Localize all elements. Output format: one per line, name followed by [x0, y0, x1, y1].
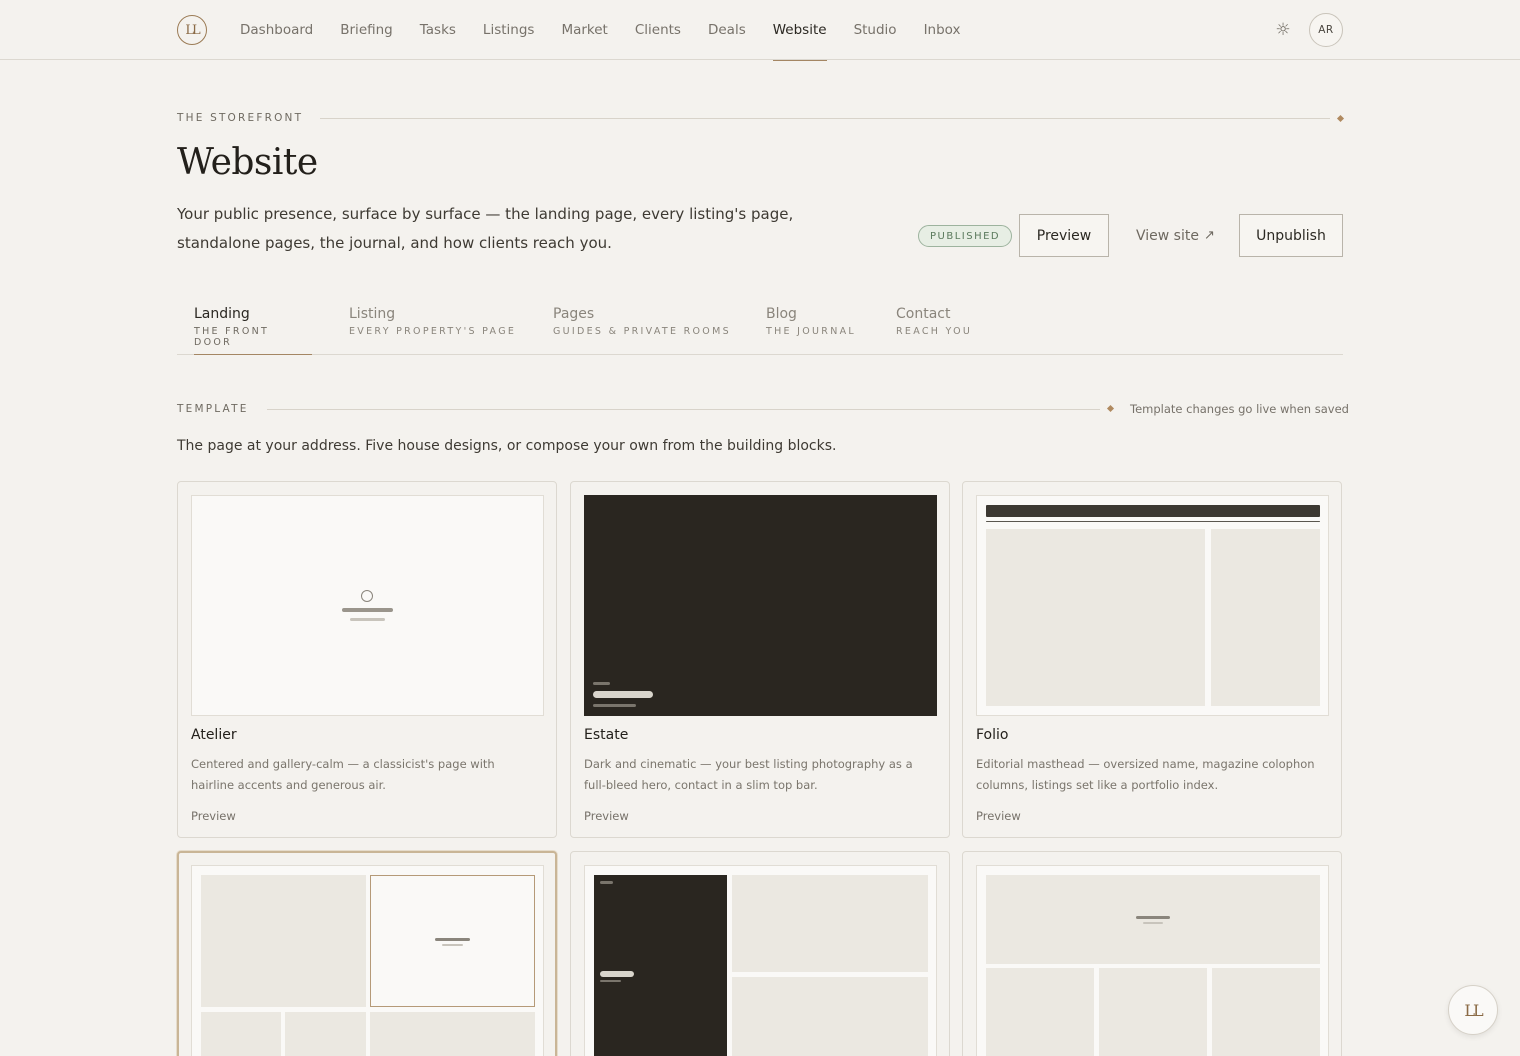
- brand-logo[interactable]: LL: [177, 15, 207, 45]
- thumb-masthead: [986, 505, 1320, 517]
- thumb-bar: [442, 944, 463, 946]
- page-title: Website: [177, 142, 318, 183]
- template-card-folio[interactable]: Folio Editorial masthead — oversized nam…: [962, 481, 1342, 838]
- tab-label: Contact: [896, 306, 951, 322]
- view-site-link[interactable]: View site ↗: [1136, 214, 1215, 257]
- thumb-bar: [600, 881, 613, 884]
- thumb-bar: [1136, 916, 1170, 919]
- template-card-selected[interactable]: [177, 851, 557, 1056]
- card-preview-link[interactable]: Preview: [191, 809, 236, 823]
- thumb-block: [1211, 529, 1320, 706]
- template-thumbnail: [976, 495, 1329, 716]
- status-badge: PUBLISHED: [918, 225, 1013, 247]
- nav-item-inbox[interactable]: Inbox: [924, 0, 961, 60]
- thumb-bar: [593, 704, 636, 707]
- surface-tabs: Landing THE FRONT DOOR Listing EVERY PRO…: [177, 300, 1343, 355]
- tab-pages[interactable]: Pages GUIDES & PRIVATE ROOMS: [553, 300, 735, 354]
- thumb-block: [1212, 968, 1320, 1056]
- thumb-block: [986, 529, 1205, 706]
- template-thumbnail: [191, 495, 544, 716]
- tab-listing[interactable]: Listing EVERY PROPERTY'S PAGE: [349, 300, 524, 354]
- tab-label: Blog: [766, 306, 797, 322]
- thumb-block: [1099, 968, 1207, 1056]
- page-subtitle: Your public presence, surface by surface…: [177, 205, 794, 252]
- thumb-block: [370, 1012, 535, 1056]
- card-title: Atelier: [191, 727, 237, 743]
- diamond-ornament-icon: [1336, 114, 1345, 123]
- card-preview-link[interactable]: Preview: [976, 809, 1021, 823]
- thumb-block: [732, 875, 928, 972]
- card-title: Folio: [976, 727, 1009, 743]
- preview-button[interactable]: Preview: [1019, 214, 1109, 257]
- card-description: Dark and cinematic — your best listing p…: [584, 757, 913, 792]
- card-preview-link[interactable]: Preview: [584, 809, 629, 823]
- thumb-block: [986, 968, 1094, 1056]
- thumb-block: [201, 1012, 281, 1056]
- thumb-rule: [986, 521, 1320, 522]
- nav-item-market[interactable]: Market: [561, 0, 607, 60]
- template-thumbnail: [584, 495, 937, 716]
- nav-item-briefing[interactable]: Briefing: [340, 0, 393, 60]
- tab-sublabel: REACH YOU: [896, 326, 973, 337]
- template-thumbnail: [976, 865, 1329, 1056]
- diamond-ornament-icon: [1106, 404, 1115, 413]
- sun-icon[interactable]: ☼: [1272, 19, 1294, 41]
- template-card-grid[interactable]: [962, 851, 1342, 1056]
- external-arrow-icon: ↗: [1203, 228, 1215, 243]
- divider: [267, 409, 1100, 410]
- card-description: Editorial masthead — oversized name, mag…: [976, 757, 1315, 792]
- template-thumbnail: [584, 865, 937, 1056]
- nav-item-studio[interactable]: Studio: [854, 0, 897, 60]
- thumb-block: [370, 875, 535, 1007]
- thumb-dark-panel: [594, 875, 727, 1056]
- thumb-bar: [435, 938, 470, 941]
- tab-label: Pages: [553, 306, 595, 322]
- top-nav-bar: LL Dashboard Briefing Tasks Listings Mar…: [0, 0, 1520, 61]
- thumb-bar: [600, 980, 621, 982]
- tab-label: Listing: [349, 306, 396, 322]
- template-thumbnail: [191, 865, 544, 1056]
- logo-mark-icon: LL: [1464, 1000, 1483, 1020]
- thumb-block: [201, 875, 366, 1007]
- tab-sublabel: THE JOURNAL: [766, 326, 857, 337]
- view-site-label: View site: [1136, 227, 1199, 244]
- card-description: Centered and gallery-calm — a classicist…: [191, 757, 495, 792]
- thumb-bar: [593, 682, 610, 685]
- tab-sublabel: EVERY PROPERTY'S PAGE: [349, 326, 517, 337]
- template-card-atelier[interactable]: Atelier Centered and gallery-calm — a cl…: [177, 481, 557, 838]
- nav-item-tasks[interactable]: Tasks: [420, 0, 456, 60]
- template-card-split[interactable]: [570, 851, 950, 1056]
- tab-sublabel: THE FRONT DOOR: [194, 326, 270, 348]
- avatar[interactable]: AR: [1309, 13, 1343, 47]
- nav-item-deals[interactable]: Deals: [708, 0, 746, 60]
- thumb-block: [285, 1012, 366, 1056]
- assistant-launcher-button[interactable]: LL: [1448, 985, 1498, 1035]
- card-title: Estate: [584, 727, 629, 743]
- thumb-block: [732, 977, 928, 1056]
- thumb-block: [986, 875, 1320, 964]
- tab-sublabel: GUIDES & PRIVATE ROOMS: [553, 326, 731, 337]
- thumb-bar: [600, 971, 634, 977]
- divider: [320, 118, 1330, 119]
- page-eyebrow: THE STOREFRONT: [177, 112, 304, 124]
- nav-item-website[interactable]: Website: [772, 0, 827, 61]
- nav-item-dashboard[interactable]: Dashboard: [240, 0, 313, 60]
- thumb-bar: [350, 618, 385, 621]
- nav-item-listings[interactable]: Listings: [483, 0, 535, 60]
- section-description: The page at your address. Five house des…: [177, 438, 837, 454]
- section-note: Template changes go live when saved: [1130, 402, 1349, 416]
- template-card-estate[interactable]: Estate Dark and cinematic — your best li…: [570, 481, 950, 838]
- tab-contact[interactable]: Contact REACH YOU: [896, 300, 980, 354]
- tab-landing[interactable]: Landing THE FRONT DOOR: [194, 300, 312, 355]
- thumb-bar: [593, 691, 653, 698]
- thumb-bar: [1143, 922, 1163, 924]
- main-nav: Dashboard Briefing Tasks Listings Market…: [240, 0, 988, 61]
- circle-mark-icon: [361, 590, 373, 602]
- section-label: TEMPLATE: [177, 403, 249, 415]
- tab-blog[interactable]: Blog THE JOURNAL: [766, 300, 864, 354]
- tab-label: Landing: [194, 306, 250, 322]
- thumb-bar: [342, 608, 393, 612]
- unpublish-button[interactable]: Unpublish: [1239, 214, 1343, 257]
- nav-item-clients[interactable]: Clients: [635, 0, 681, 60]
